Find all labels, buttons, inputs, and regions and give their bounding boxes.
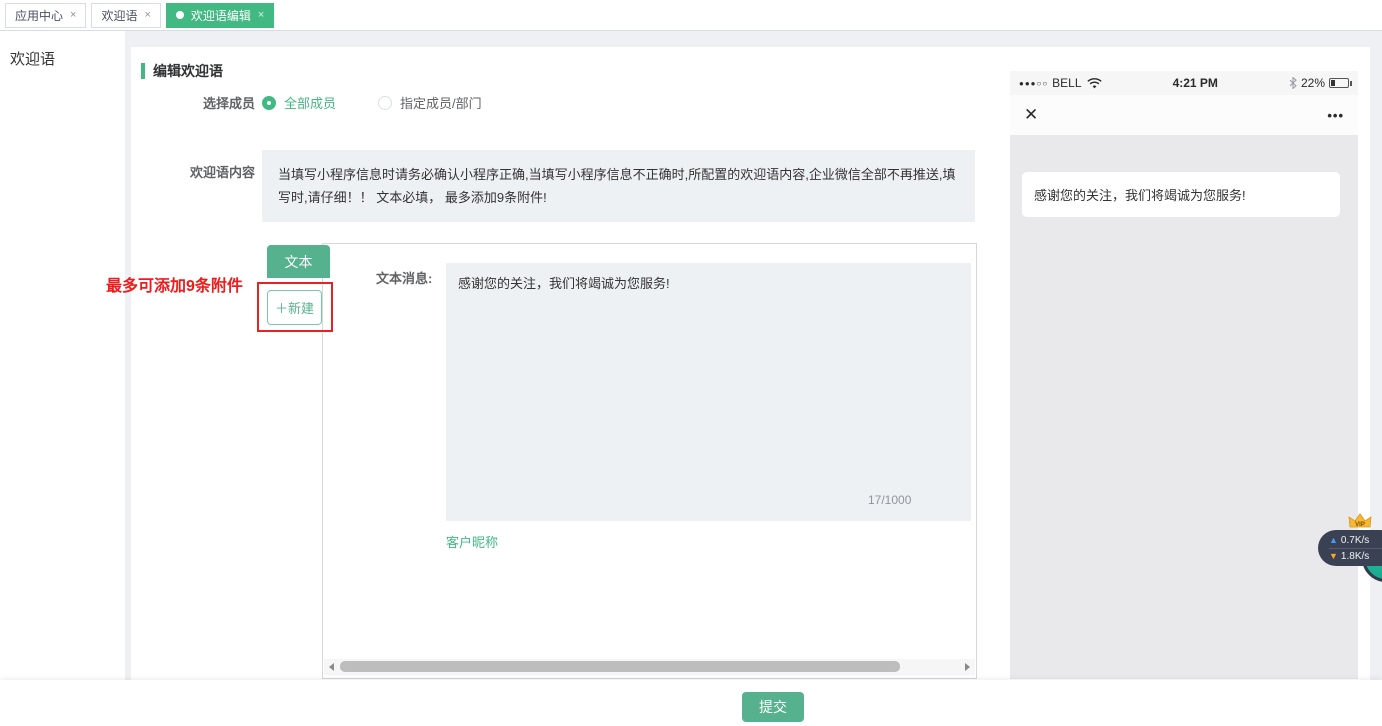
carrier-label: BELL — [1052, 76, 1081, 90]
scrollbar-thumb[interactable] — [340, 661, 900, 672]
phone-more-icon[interactable]: ••• — [1327, 108, 1344, 123]
tag-label: 应用中心 — [15, 7, 63, 24]
welcome-content-note: 当填写小程序信息时请务必确认小程序正确,当填写小程序信息不正确时,所配置的欢迎语… — [262, 150, 975, 222]
phone-close-icon[interactable]: ✕ — [1024, 105, 1038, 125]
vip-badge-label: VIP — [1355, 522, 1365, 528]
section-title-text: 编辑欢迎语 — [153, 61, 223, 81]
tags-bar: 应用中心 × 欢迎语 × 欢迎语编辑 × — [0, 0, 1382, 31]
radio-label: 全部成员 — [284, 93, 336, 112]
sidebar: 欢迎语 — [0, 31, 125, 680]
close-icon[interactable]: × — [258, 9, 264, 21]
radio-unselected-icon — [378, 96, 392, 110]
active-dot-icon — [176, 11, 184, 19]
close-icon[interactable]: × — [70, 9, 76, 21]
download-speed-value: 1.8K/s — [1341, 549, 1369, 564]
vip-crown-icon: VIP — [1348, 513, 1372, 530]
phone-nav-bar: ✕ ••• — [1010, 95, 1358, 135]
member-select-label: 选择成员 — [131, 93, 255, 112]
customer-nickname-link[interactable]: 客户昵称 — [446, 532, 498, 551]
phone-status-bar: ●●●○○ BELL 4:21 PM 22% — [1010, 71, 1358, 95]
battery-icon — [1329, 78, 1349, 88]
scroll-right-icon[interactable] — [965, 663, 970, 671]
tag-app-center[interactable]: 应用中心 × — [5, 3, 86, 28]
upload-speed-value: 0.7K/s — [1341, 533, 1369, 548]
app-root: 应用中心 × 欢迎语 × 欢迎语编辑 × 欢迎语 编辑欢迎语 选择成员 — [0, 0, 1382, 726]
sidebar-item-welcome[interactable]: 欢迎语 — [0, 31, 125, 69]
speed-pill[interactable]: ▲ 0.7K/s ▼ 1.8K/s — [1318, 530, 1382, 566]
upload-arrow-icon: ▲ — [1329, 533, 1338, 548]
radio-all-members[interactable]: 全部成员 — [262, 93, 336, 112]
phone-chat-body: 感谢您的关注，我们将竭诚为您服务! — [1010, 135, 1358, 679]
clock-label: 4:21 PM — [1102, 76, 1289, 90]
download-arrow-icon: ▼ — [1329, 549, 1338, 564]
submit-button[interactable]: 提交 — [742, 692, 804, 722]
scroll-left-icon[interactable] — [329, 663, 334, 671]
section-accent-bar — [141, 63, 145, 79]
section-title: 编辑欢迎语 — [141, 61, 223, 81]
annotation-max-attachments: 最多可添加9条附件 — [106, 272, 243, 296]
phone-preview: ●●●○○ BELL 4:21 PM 22% ✕ ••• 感谢您的关注，我们将竭… — [1010, 71, 1358, 679]
chat-message-bubble: 感谢您的关注，我们将竭诚为您服务! — [1022, 172, 1340, 217]
welcome-content-row: 欢迎语内容 当填写小程序信息时请务必确认小程序正确,当填写小程序信息不正确时,所… — [131, 150, 975, 222]
annotation-highlight-box — [257, 282, 333, 332]
close-icon[interactable]: × — [144, 9, 150, 21]
upload-speed-row: ▲ 0.7K/s — [1329, 533, 1382, 548]
battery-percent-label: 22% — [1301, 76, 1325, 90]
horizontal-scrollbar[interactable] — [324, 659, 975, 675]
radio-selected-icon — [262, 96, 276, 110]
radio-specified-members[interactable]: 指定成员/部门 — [378, 93, 482, 112]
tag-label: 欢迎语编辑 — [191, 7, 251, 24]
download-speed-row: ▼ 1.8K/s — [1329, 548, 1382, 564]
member-select-row: 选择成员 全部成员 指定成员/部门 — [131, 93, 524, 112]
tab-text-attachment[interactable]: 文本 — [267, 245, 330, 278]
footer-bar: 提交 — [0, 680, 1382, 726]
text-message-input[interactable]: 感谢您的关注，我们将竭诚为您服务! — [446, 263, 971, 521]
tag-welcome[interactable]: 欢迎语 × — [91, 3, 160, 28]
text-message-panel: 文本消息: 感谢您的关注，我们将竭诚为您服务! 17/1000 客户昵称 — [322, 243, 977, 679]
char-counter: 17/1000 — [868, 493, 911, 507]
bluetooth-icon — [1289, 77, 1297, 89]
wifi-icon — [1087, 78, 1102, 89]
text-message-label: 文本消息: — [376, 268, 432, 287]
signal-dots-icon: ●●●○○ — [1019, 79, 1048, 88]
tag-welcome-edit-active[interactable]: 欢迎语编辑 × — [166, 3, 274, 28]
welcome-content-label: 欢迎语内容 — [131, 162, 255, 181]
radio-label: 指定成员/部门 — [400, 93, 482, 112]
tag-label: 欢迎语 — [101, 7, 137, 24]
